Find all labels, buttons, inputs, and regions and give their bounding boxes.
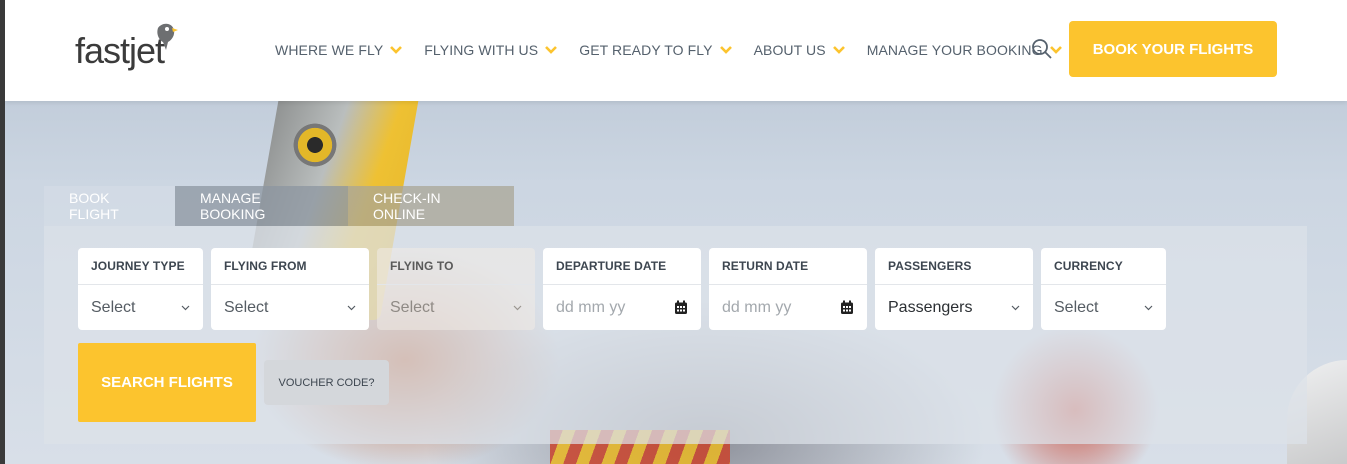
return-date-input[interactable]: dd mm yy	[709, 284, 867, 330]
nav-flying-with-us[interactable]: FLYING WITH US	[424, 42, 558, 58]
chevron-down-icon	[347, 305, 356, 310]
field-label: CURRENCY	[1041, 248, 1166, 284]
book-your-flights-button[interactable]: BOOK YOUR FLIGHTS	[1069, 21, 1277, 77]
select-value: Select	[91, 298, 136, 316]
search-icon[interactable]	[1031, 38, 1053, 60]
nav-label: GET READY TO FLY	[579, 42, 713, 58]
field-label: FLYING TO	[377, 248, 535, 284]
departure-date-input[interactable]: dd mm yy	[543, 284, 701, 330]
field-label: RETURN DATE	[709, 248, 867, 284]
calendar-icon[interactable]	[840, 300, 854, 315]
journey-type-field: JOURNEY TYPE Select	[78, 248, 203, 330]
nav-get-ready-to-fly[interactable]: GET READY TO FLY	[579, 42, 732, 58]
search-flights-button[interactable]: SEARCH FLIGHTS	[78, 343, 256, 422]
nav-label: MANAGE YOUR BOOKING	[866, 42, 1043, 58]
page: fastjet WHERE WE FLY FLYING WITH US GET …	[5, 0, 1347, 464]
currency-select[interactable]: Select	[1041, 284, 1166, 330]
select-value: Passengers	[888, 298, 973, 316]
nav-where-we-fly[interactable]: WHERE WE FLY	[275, 42, 403, 58]
journey-type-select[interactable]: Select	[78, 284, 203, 330]
site-header: fastjet WHERE WE FLY FLYING WITH US GET …	[5, 0, 1347, 101]
field-label: DEPARTURE DATE	[543, 248, 701, 284]
nav-label: WHERE WE FLY	[275, 42, 384, 58]
tail-logo-mark	[290, 120, 340, 170]
field-label: FLYING FROM	[211, 248, 369, 284]
chevron-down-icon	[181, 305, 190, 310]
nav-about-us[interactable]: ABOUT US	[754, 42, 845, 58]
flying-from-select[interactable]: Select	[211, 284, 369, 330]
calendar-icon[interactable]	[674, 300, 688, 315]
tab-check-in-online[interactable]: CHECK-IN ONLINE	[348, 186, 514, 226]
field-label: JOURNEY TYPE	[78, 248, 203, 284]
departure-date-field: DEPARTURE DATE dd mm yy	[543, 248, 701, 330]
return-date-field: RETURN DATE dd mm yy	[709, 248, 867, 330]
chevron-down-icon	[513, 305, 522, 310]
booking-tabs: BOOK FLIGHT MANAGE BOOKING CHECK-IN ONLI…	[44, 186, 514, 226]
fastjet-logo[interactable]: fastjet	[75, 22, 195, 82]
tab-manage-booking[interactable]: MANAGE BOOKING	[175, 186, 348, 226]
date-placeholder: dd mm yy	[722, 298, 792, 316]
tab-book-flight[interactable]: BOOK FLIGHT	[44, 186, 175, 226]
select-value: Select	[1054, 298, 1099, 316]
chevron-down-icon	[390, 46, 403, 54]
passengers-field: PASSENGERS Passengers	[875, 248, 1033, 330]
select-value: Select	[390, 298, 435, 316]
chevron-down-icon	[1144, 305, 1153, 310]
date-placeholder: dd mm yy	[556, 298, 626, 316]
chevron-down-icon	[832, 46, 845, 54]
voucher-code-button[interactable]: VOUCHER CODE?	[264, 360, 389, 405]
chevron-down-icon	[1011, 305, 1020, 310]
flying-from-field: FLYING FROM Select	[211, 248, 369, 330]
chevron-down-icon	[545, 46, 558, 54]
main-nav: WHERE WE FLY FLYING WITH US GET READY TO…	[275, 38, 1084, 62]
chevron-down-icon	[719, 46, 732, 54]
flying-to-select[interactable]: Select	[377, 284, 535, 330]
flying-to-field: FLYING TO Select	[377, 248, 535, 330]
currency-field: CURRENCY Select	[1041, 248, 1166, 330]
parrot-logo-icon	[157, 23, 178, 50]
nav-label: FLYING WITH US	[424, 42, 539, 58]
select-value: Select	[224, 298, 269, 316]
field-label: PASSENGERS	[875, 248, 1033, 284]
passengers-select[interactable]: Passengers	[875, 284, 1033, 330]
nav-label: ABOUT US	[753, 42, 826, 58]
